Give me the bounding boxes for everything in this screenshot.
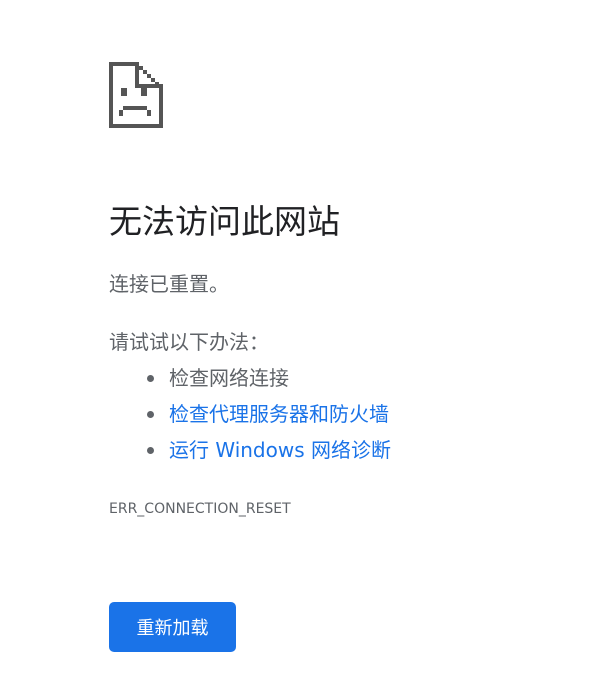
reload-button[interactable]: 重新加载 — [109, 602, 236, 652]
suggestion-label: 检查网络连接 — [169, 366, 289, 390]
bullet-icon — [147, 411, 154, 418]
suggestions-heading: 请试试以下办法： — [109, 330, 269, 354]
suggestion-check-proxy-firewall[interactable]: 检查代理服务器和防火墙 — [145, 398, 391, 434]
proxy-firewall-link[interactable]: 检查代理服务器和防火墙 — [169, 402, 389, 426]
suggestion-run-diagnostics[interactable]: 运行 Windows 网络诊断 — [145, 434, 391, 470]
suggestions-list: 检查网络连接 检查代理服务器和防火墙 运行 Windows 网络诊断 — [145, 362, 391, 470]
error-description: 连接已重置。 — [109, 272, 229, 296]
page-title: 无法访问此网站 — [109, 202, 340, 241]
suggestion-check-network: 检查网络连接 — [145, 362, 391, 398]
windows-diagnostics-link[interactable]: 运行 Windows 网络诊断 — [169, 438, 391, 462]
bullet-icon — [147, 447, 154, 454]
sad-page-icon — [109, 62, 165, 128]
error-code: ERR_CONNECTION_RESET — [109, 501, 291, 517]
bullet-icon — [147, 375, 154, 382]
